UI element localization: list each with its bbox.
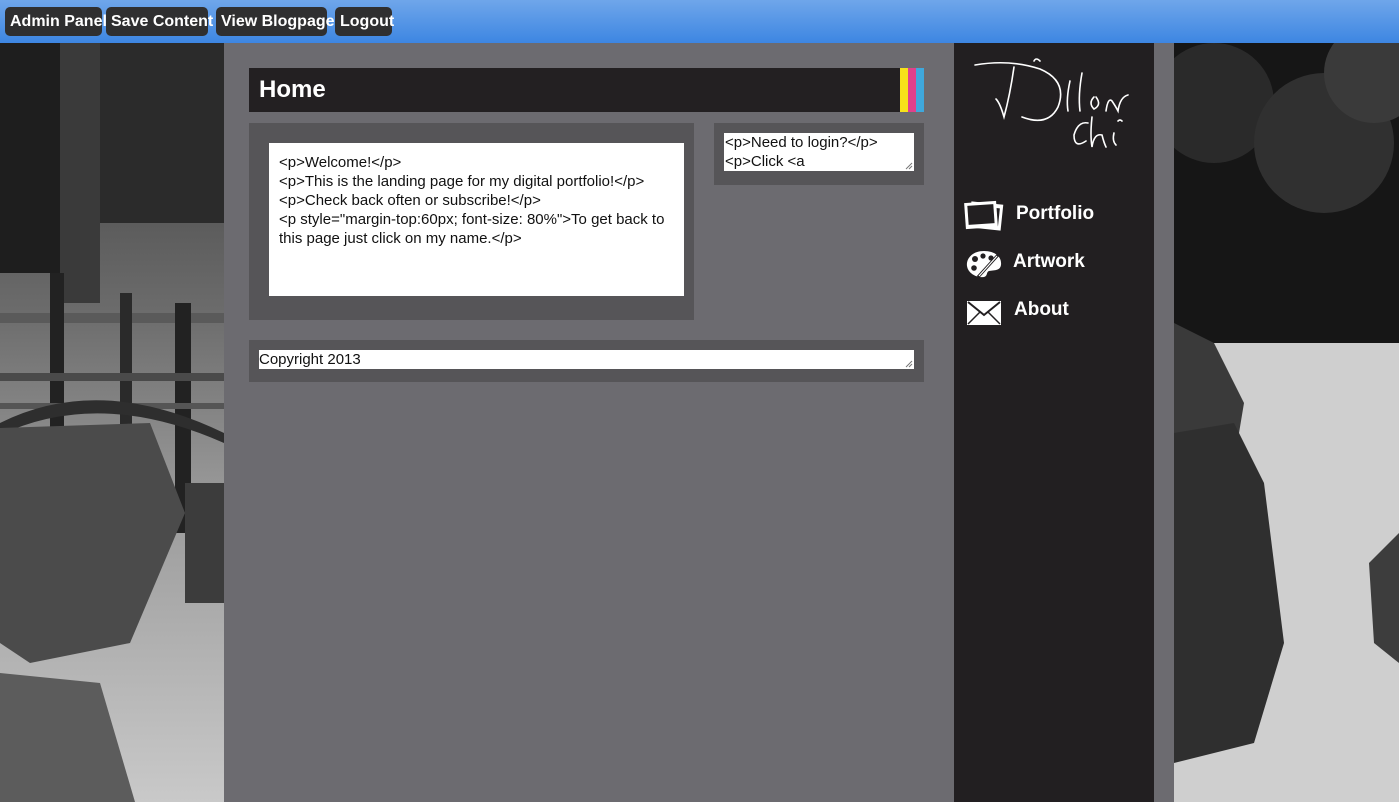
save-content-button[interactable]: Save Content — [106, 7, 213, 36]
palette-icon — [966, 251, 1002, 279]
color-stripes — [900, 68, 924, 112]
background-photo-left — [0, 43, 224, 802]
envelope-icon — [967, 301, 1001, 325]
nav-item-artwork[interactable]: Artwork — [964, 243, 1144, 283]
logout-button[interactable]: Logout — [335, 7, 394, 36]
sidebar: Portfolio Artwork About — [954, 43, 1154, 802]
footer-panel: Copyright 2013 — [249, 340, 924, 382]
title-bar: Home — [249, 68, 924, 112]
main-content-panel: <p>Welcome!</p> <p>This is the landing p… — [249, 123, 694, 320]
nav-label-portfolio: Portfolio — [1016, 203, 1095, 224]
side-content-editor[interactable]: <p>Need to login?</p> <p>Click <a — [724, 133, 914, 171]
resize-grip-icon[interactable] — [905, 162, 913, 170]
garden-scenery — [1174, 43, 1399, 802]
magenta-stripe — [908, 68, 916, 112]
signature-logo-icon[interactable] — [970, 55, 1140, 160]
nav-item-portfolio[interactable]: Portfolio — [964, 195, 1144, 235]
side-content-panel: <p>Need to login?</p> <p>Click <a — [714, 123, 924, 185]
cyan-stripe — [916, 68, 924, 112]
temple-scenery — [0, 43, 224, 802]
main-content-editor[interactable]: <p>Welcome!</p> <p>This is the landing p… — [269, 143, 684, 296]
nav-label-about: About — [1014, 299, 1069, 320]
footer-editor[interactable]: Copyright 2013 — [259, 350, 914, 369]
resize-grip-icon[interactable] — [905, 360, 913, 368]
background-photo-right — [1174, 43, 1399, 802]
nav-label-artwork: Artwork — [1013, 251, 1085, 272]
nav-item-about[interactable]: About — [964, 291, 1144, 331]
photos-icon — [964, 200, 1004, 231]
yellow-stripe — [900, 68, 908, 112]
admin-toolbar: Admin Panel Save Content View Blogpage L… — [0, 0, 1399, 43]
page-title: Home — [259, 76, 326, 103]
admin-panel-button[interactable]: Admin Panel — [5, 7, 107, 36]
view-blogpage-button[interactable]: View Blogpage — [216, 7, 335, 36]
